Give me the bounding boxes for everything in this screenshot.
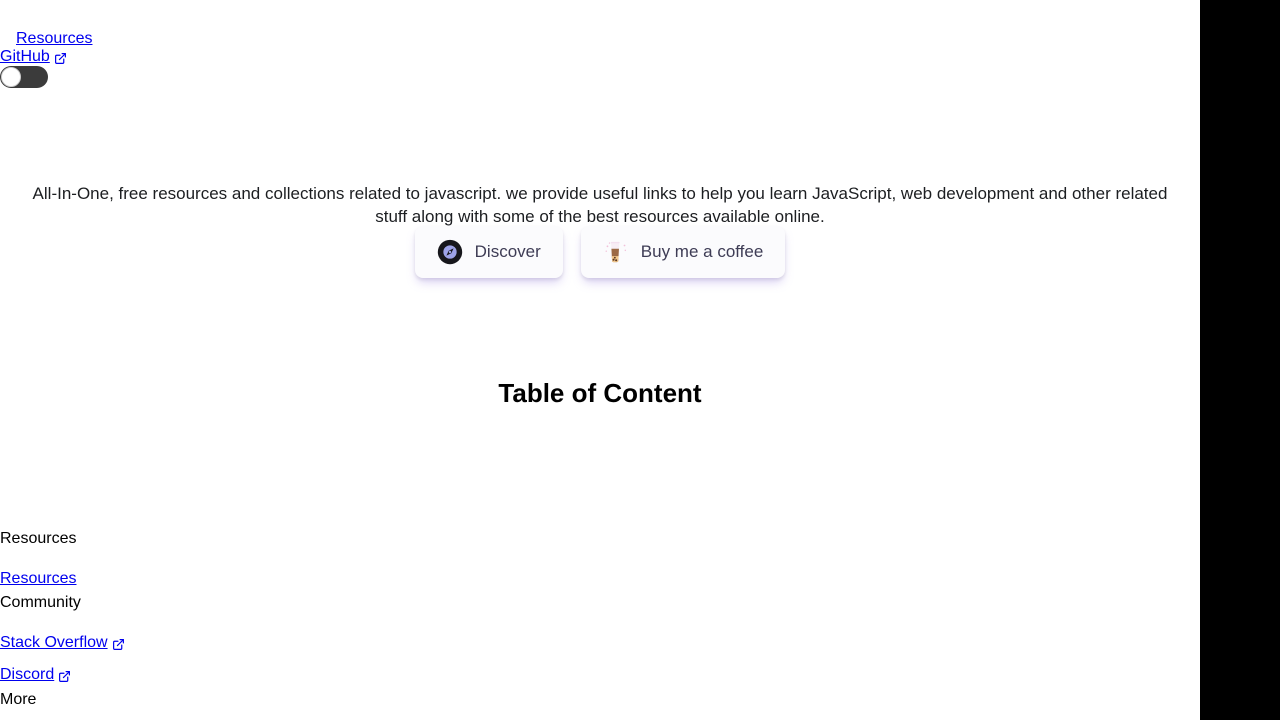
discover-button[interactable]: Discover: [414, 226, 563, 278]
hero-description: All-In-One, free resources and collectio…: [32, 184, 1168, 226]
footer-group-title-resources: Resources: [0, 530, 77, 547]
dark-mode-toggle[interactable]: [0, 66, 48, 88]
external-link-icon: [112, 638, 125, 651]
nav-link-github[interactable]: GitHub: [0, 47, 67, 67]
footer-group-title-community: Community: [0, 594, 81, 611]
nav-link-resources[interactable]: Resources: [16, 29, 92, 49]
footer-group-title-more: More: [0, 691, 37, 708]
dark-mode-toggle-knob: [1, 67, 21, 87]
footer-link-resources[interactable]: Resources: [0, 568, 76, 590]
buy-me-a-coffee-button-label: Buy me a coffee: [640, 242, 764, 261]
table-of-content-heading: Table of Content: [498, 377, 702, 408]
external-link-icon: [58, 670, 71, 683]
right-black-panel: [1200, 0, 1280, 720]
footer-link-discord[interactable]: Discord: [0, 664, 71, 686]
discover-button-label: Discover: [474, 242, 541, 261]
buy-me-a-coffee-button[interactable]: Buy me a coffee: [580, 226, 786, 278]
footer-link-stack-overflow-label: Stack Overflow: [0, 634, 108, 651]
bubble-tea-icon: [603, 239, 629, 265]
page-content: Resources GitHub All-In-One, free resour…: [0, 0, 1200, 720]
nav-link-github-label: GitHub: [0, 48, 50, 65]
hero-button-row: Discover Buy me a coffee: [0, 226, 1200, 278]
footer-link-discord-label: Discord: [0, 666, 55, 683]
external-link-icon: [54, 52, 67, 65]
footer-link-stack-overflow[interactable]: Stack Overflow: [0, 632, 125, 654]
compass-icon: [437, 239, 463, 265]
